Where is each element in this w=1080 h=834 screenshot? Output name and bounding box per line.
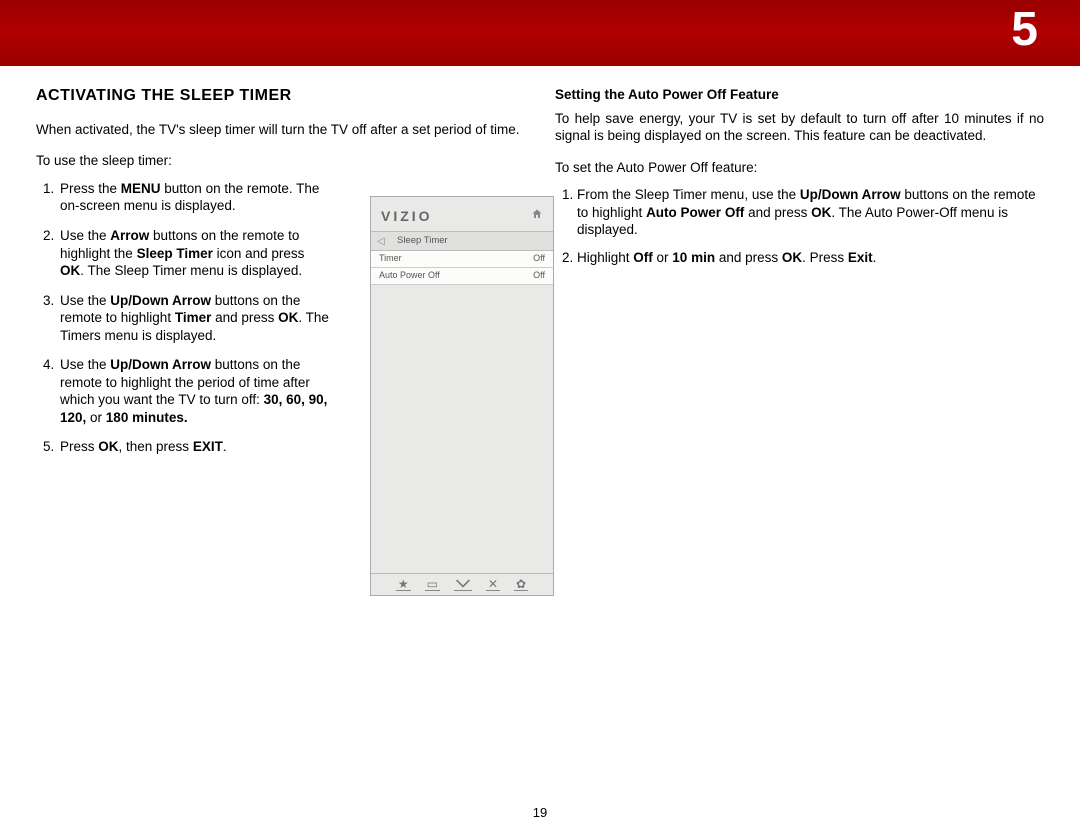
page-number: 19: [0, 805, 1080, 820]
back-icon: ◁: [377, 235, 391, 248]
osd-row-value: Off: [533, 253, 545, 265]
auto-power-steps: From the Sleep Timer menu, use the Up/Do…: [555, 186, 1044, 266]
osd-brand: VIZIO: [381, 207, 433, 225]
lead-text: To use the sleep timer:: [36, 152, 332, 170]
close-icon: ✕: [486, 578, 500, 591]
step-item: Use the Up/Down Arrow buttons on the rem…: [58, 292, 332, 345]
left-text-block: To use the sleep timer: Press the MENU b…: [36, 152, 332, 456]
osd-menu-figure: VIZIO ◁ Sleep Timer Timer Off Auto Power…: [370, 196, 554, 596]
osd-title-row: ◁ Sleep Timer: [371, 231, 553, 251]
step-item: Use the Arrow buttons on the remote to h…: [58, 227, 332, 280]
chevron-down-icon: [454, 578, 472, 591]
step-item: Highlight Off or 10 min and press OK. Pr…: [577, 249, 1044, 267]
left-column: ACTIVATING THE SLEEP TIMER When activate…: [36, 86, 525, 834]
chapter-number: 5: [1011, 2, 1038, 57]
home-icon: [531, 208, 543, 225]
osd-row-value: Off: [533, 270, 545, 282]
osd-row-label: Timer: [379, 253, 402, 265]
section-heading: ACTIVATING THE SLEEP TIMER: [36, 86, 525, 107]
gear-icon: ✿: [514, 578, 528, 591]
chapter-header: 5: [0, 0, 1080, 66]
sleep-timer-steps: Press the MENU button on the remote. The…: [36, 180, 332, 456]
subsection-heading: Setting the Auto Power Off Feature: [555, 86, 1044, 104]
osd-bottom-bar: ★ ▭ ✕ ✿: [371, 573, 553, 595]
step-item: Press OK, then press EXIT.: [58, 438, 332, 456]
right-column: Setting the Auto Power Off Feature To he…: [555, 86, 1044, 834]
osd-row-timer: Timer Off: [371, 251, 553, 268]
wide-icon: ▭: [425, 578, 440, 591]
osd-row-label: Auto Power Off: [379, 270, 440, 282]
page-content: ACTIVATING THE SLEEP TIMER When activate…: [36, 86, 1044, 834]
step-item: Use the Up/Down Arrow buttons on the rem…: [58, 356, 332, 426]
step-item: From the Sleep Timer menu, use the Up/Do…: [577, 186, 1044, 239]
osd-row-auto-power: Auto Power Off Off: [371, 268, 553, 285]
step-item: Press the MENU button on the remote. The…: [58, 180, 332, 215]
star-icon: ★: [396, 578, 411, 591]
intro-paragraph: When activated, the TV's sleep timer wil…: [36, 121, 525, 139]
osd-screen-title: Sleep Timer: [391, 235, 448, 247]
right-lead: To set the Auto Power Off feature:: [555, 159, 1044, 177]
osd-brand-row: VIZIO: [371, 197, 553, 231]
right-intro: To help save energy, your TV is set by d…: [555, 110, 1044, 145]
